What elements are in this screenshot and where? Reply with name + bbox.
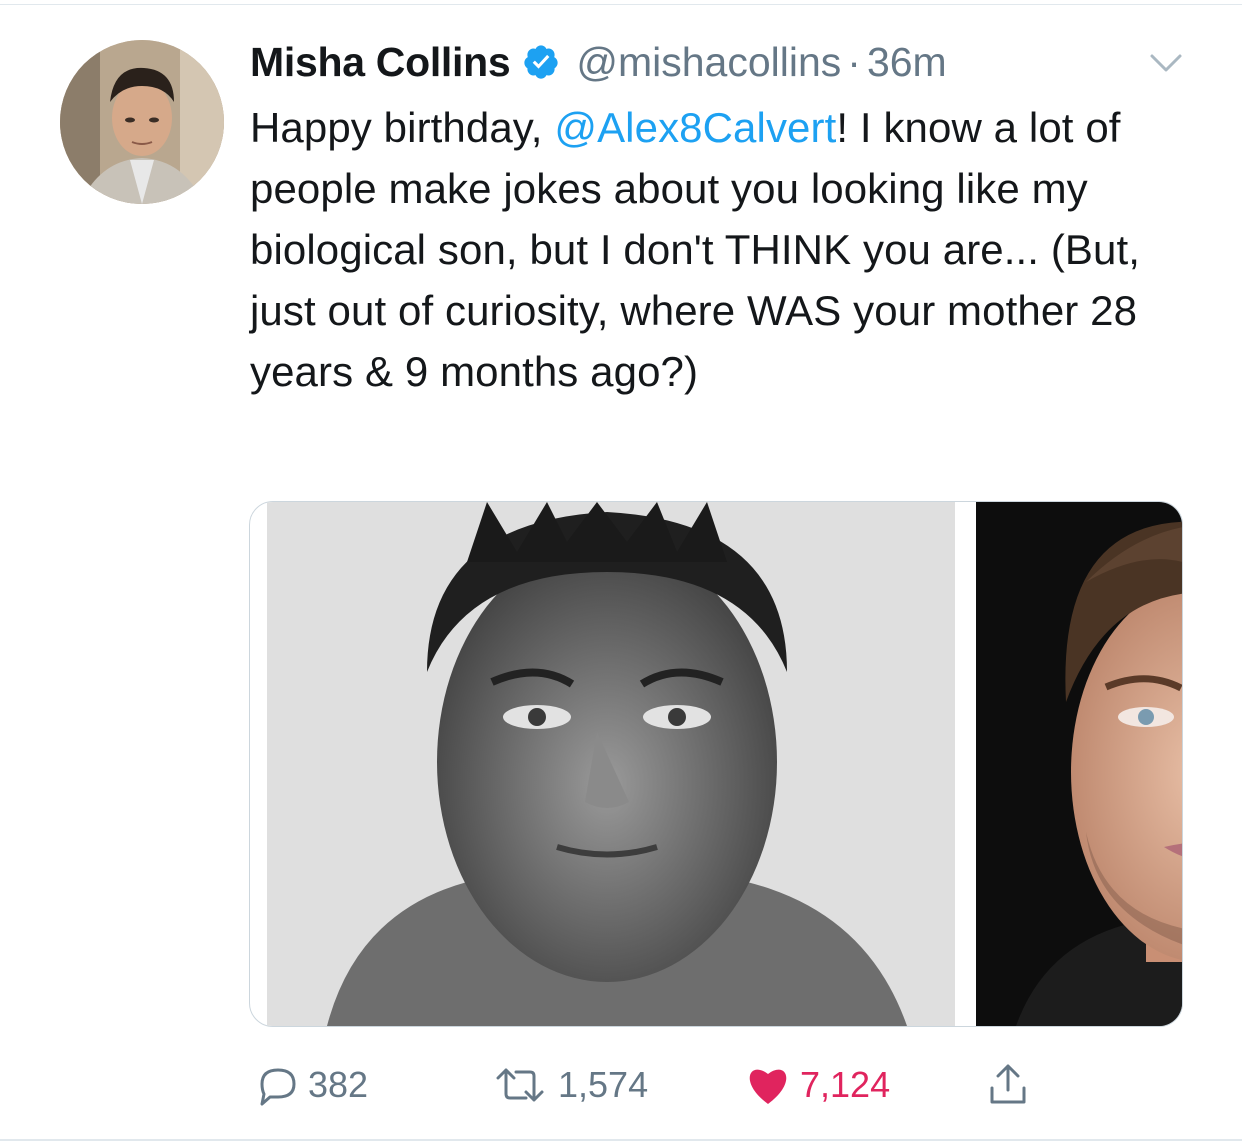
author-name[interactable]: Misha Collins xyxy=(250,39,511,86)
photo-left[interactable] xyxy=(267,502,955,1026)
reply-button[interactable]: 382 xyxy=(254,1064,368,1106)
media-container xyxy=(249,501,1183,1027)
bottom-divider xyxy=(0,1139,1242,1141)
photo-left-image xyxy=(267,502,955,1026)
share-button[interactable] xyxy=(984,1060,1040,1108)
avatar-photo xyxy=(60,40,224,204)
reply-icon xyxy=(260,1068,296,1106)
tweet-text-start: Happy birthday, xyxy=(250,104,555,151)
photo-right-image xyxy=(976,502,1182,1026)
retweet-icon xyxy=(496,1068,544,1102)
mention-link[interactable]: @Alex8Calvert xyxy=(554,104,836,151)
photo-right[interactable] xyxy=(976,502,1182,1026)
like-count: 7,124 xyxy=(800,1064,891,1105)
tweet-header: Misha Collins @mishacollins · 36m xyxy=(250,34,947,90)
retweet-count: 1,574 xyxy=(558,1064,649,1105)
retweet-button[interactable]: 1,574 xyxy=(490,1064,648,1106)
reply-count: 382 xyxy=(308,1064,369,1105)
avatar[interactable] xyxy=(60,40,224,204)
timestamp[interactable]: 36m xyxy=(867,39,947,86)
verified-badge-icon xyxy=(524,45,558,79)
like-button[interactable]: 7,124 xyxy=(744,1064,890,1106)
chevron-down-icon[interactable] xyxy=(1146,50,1186,76)
tweet-actions: 382 1,574 7,124 xyxy=(0,1050,1242,1120)
top-divider xyxy=(0,4,1242,5)
author-handle[interactable]: @mishacollins xyxy=(576,39,841,86)
tweet-text: Happy birthday, @Alex8Calvert! I know a … xyxy=(250,97,1210,402)
heart-icon xyxy=(749,1069,787,1104)
separator-dot: · xyxy=(847,38,861,85)
share-icon xyxy=(990,1064,1026,1104)
